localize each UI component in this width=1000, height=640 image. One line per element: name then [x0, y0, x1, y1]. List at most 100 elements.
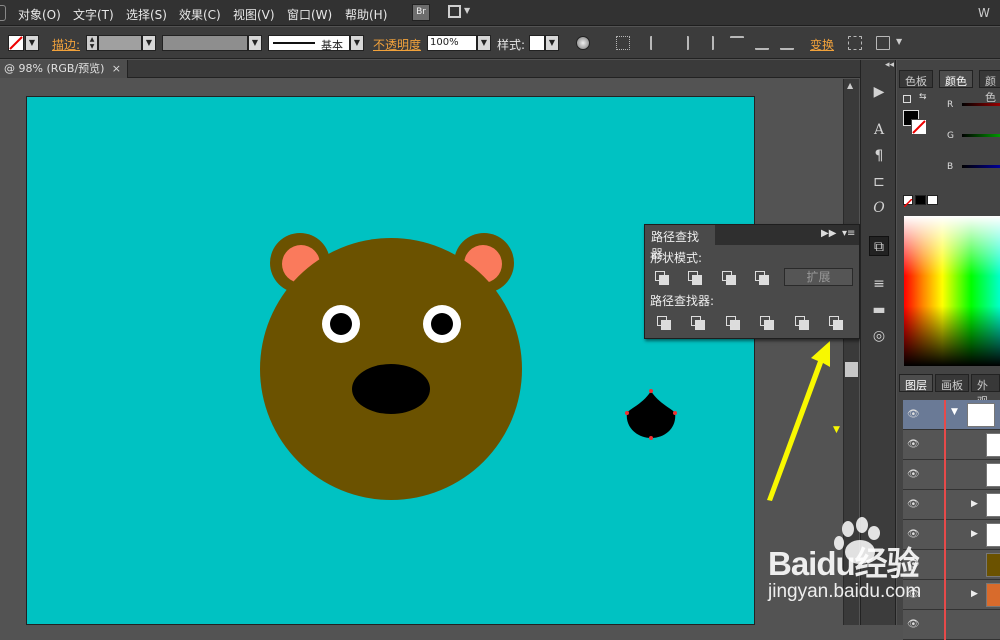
eye-icon[interactable]: 👁 [907, 589, 920, 600]
chevron-down-icon[interactable]: ▼ [896, 37, 902, 46]
eye-icon[interactable]: 👁 [907, 529, 920, 540]
recolor-icon[interactable] [576, 36, 590, 50]
none-swatch[interactable] [903, 195, 913, 208]
tab-appearance[interactable]: 外观 [971, 374, 1000, 408]
artboard[interactable] [26, 96, 755, 625]
scroll-up-icon[interactable]: ▲ [847, 81, 853, 90]
stroke-icon[interactable]: ≡ [869, 274, 889, 294]
slider-b[interactable] [962, 165, 1000, 168]
fill-dropdown[interactable]: ▼ [25, 35, 39, 51]
intersect-button[interactable] [722, 271, 736, 285]
layer-row[interactable]: 👁 ▶ [903, 490, 1000, 520]
brush-definition-field[interactable]: 基本 [268, 35, 350, 52]
eye-icon[interactable]: 👁 [907, 469, 920, 480]
graphic-style-swatch[interactable] [529, 35, 545, 51]
menu-help[interactable]: 帮助(H) [345, 6, 387, 23]
align-to-icon[interactable] [616, 36, 630, 50]
canvas-area[interactable]: ▼ [0, 79, 843, 625]
stroke-weight-stepper[interactable]: ▲ ▼ [86, 35, 98, 51]
merge-button[interactable] [726, 316, 740, 330]
panel-menu-icon[interactable] [876, 36, 890, 50]
panel-menu-icon[interactable]: ▾≡ [842, 228, 855, 239]
align-right-icon[interactable] [700, 36, 714, 50]
opentype-icon[interactable]: O [869, 198, 889, 218]
layer-row[interactable]: 👁 [903, 460, 1000, 490]
chevron-down-icon[interactable]: ▼ [951, 407, 958, 417]
outline-button[interactable] [795, 316, 809, 330]
align-middle-icon[interactable] [755, 36, 769, 50]
color-spectrum[interactable] [904, 216, 1000, 366]
actions-icon[interactable]: ▶ [869, 82, 889, 102]
exclude-button[interactable] [755, 271, 769, 285]
tab-artboards[interactable]: 画板 [935, 374, 969, 392]
scroll-thumb[interactable] [845, 362, 858, 377]
minus-back-button[interactable] [829, 316, 843, 330]
divide-button[interactable] [657, 316, 671, 330]
crop-button[interactable] [760, 316, 774, 330]
bridge-button[interactable]: Br [412, 4, 430, 21]
chevron-right-icon[interactable]: ▶ [971, 529, 978, 539]
tab-color-guide[interactable]: 颜色 [979, 70, 1000, 104]
eye-icon[interactable]: 👁 [907, 409, 920, 420]
default-colors-icon[interactable] [903, 95, 911, 103]
layer-row[interactable]: 👁 [903, 550, 1000, 580]
layer-row[interactable]: 👁 ▶ [903, 520, 1000, 550]
menu-text[interactable]: 文字(T) [73, 6, 114, 23]
variable-width-dropdown[interactable]: ▼ [248, 35, 262, 51]
tabs-icon[interactable]: ⊏ [869, 172, 889, 192]
layer-row[interactable]: 👁 ▼ [903, 400, 1000, 430]
menu-object[interactable]: 对象(O) [18, 6, 61, 23]
stroke-weight-dropdown[interactable]: ▼ [142, 35, 156, 51]
close-tab-button[interactable]: × [112, 60, 121, 78]
stroke-color-box[interactable] [911, 119, 927, 135]
eye-icon[interactable]: 👁 [907, 499, 920, 510]
character-icon[interactable]: A [869, 120, 889, 140]
variable-width-field[interactable] [162, 35, 248, 51]
transparency-icon[interactable]: ◎ [869, 326, 889, 346]
menu-window[interactable]: 窗口(W) [287, 6, 332, 23]
paragraph-icon[interactable]: ¶ [869, 146, 889, 166]
white-swatch[interactable] [927, 195, 938, 205]
layer-row[interactable]: 👁 [903, 430, 1000, 460]
minus-front-button[interactable] [688, 271, 702, 285]
isolate-icon[interactable] [848, 36, 862, 50]
menu-select[interactable]: 选择(S) [126, 6, 167, 23]
vertical-scrollbar[interactable]: ▲ [843, 79, 859, 625]
brush-dropdown[interactable]: ▼ [350, 35, 364, 51]
stroke-label[interactable]: 描边: [52, 36, 80, 53]
align-left-icon[interactable] [650, 36, 664, 50]
align-center-icon[interactable] [675, 36, 689, 50]
swap-colors-icon[interactable]: ⇆ [919, 92, 927, 102]
opacity-field[interactable]: 100% [427, 35, 477, 51]
align-top-icon[interactable] [730, 36, 744, 50]
tab-swatches[interactable]: 色板 [899, 70, 933, 88]
graphic-style-dropdown[interactable]: ▼ [545, 35, 559, 51]
pathfinder-icon[interactable]: ⧉ [869, 236, 889, 256]
collapse-strip-icon[interactable]: ◂◂ [885, 60, 894, 70]
expand-button[interactable]: 扩展 [784, 268, 853, 286]
chevron-right-icon[interactable]: ▶ [971, 589, 978, 599]
eye-icon[interactable]: 👁 [907, 439, 920, 450]
fill-swatch[interactable] [8, 35, 24, 51]
layer-row[interactable]: 👁 ▶ [903, 580, 1000, 610]
stroke-weight-field[interactable] [98, 35, 142, 51]
collapse-panel-icon[interactable]: ▶▶ [821, 228, 836, 239]
opacity-dropdown[interactable]: ▼ [477, 35, 491, 51]
document-tab[interactable]: @ 98% (RGB/预览) × [0, 60, 128, 78]
opacity-label[interactable]: 不透明度 [373, 36, 421, 53]
menu-effect[interactable]: 效果(C) [179, 6, 221, 23]
tab-color[interactable]: 颜色 [939, 70, 973, 88]
black-swatch[interactable] [915, 195, 926, 205]
chevron-right-icon[interactable]: ▶ [971, 499, 978, 509]
pathfinder-tab[interactable]: 路径查找器 [645, 225, 715, 261]
workspace-switcher[interactable]: W [978, 6, 990, 20]
eye-icon[interactable]: 👁 [907, 559, 920, 570]
align-bottom-icon[interactable] [780, 36, 794, 50]
slider-g[interactable] [962, 134, 1000, 137]
slider-r[interactable] [962, 103, 1000, 106]
layer-row[interactable]: 👁 [903, 610, 1000, 640]
tab-layers[interactable]: 图层 [899, 374, 933, 392]
unite-button[interactable] [655, 271, 669, 285]
arrange-documents-button[interactable]: ▼ [448, 5, 472, 20]
gradient-icon[interactable]: ▬ [869, 300, 889, 320]
